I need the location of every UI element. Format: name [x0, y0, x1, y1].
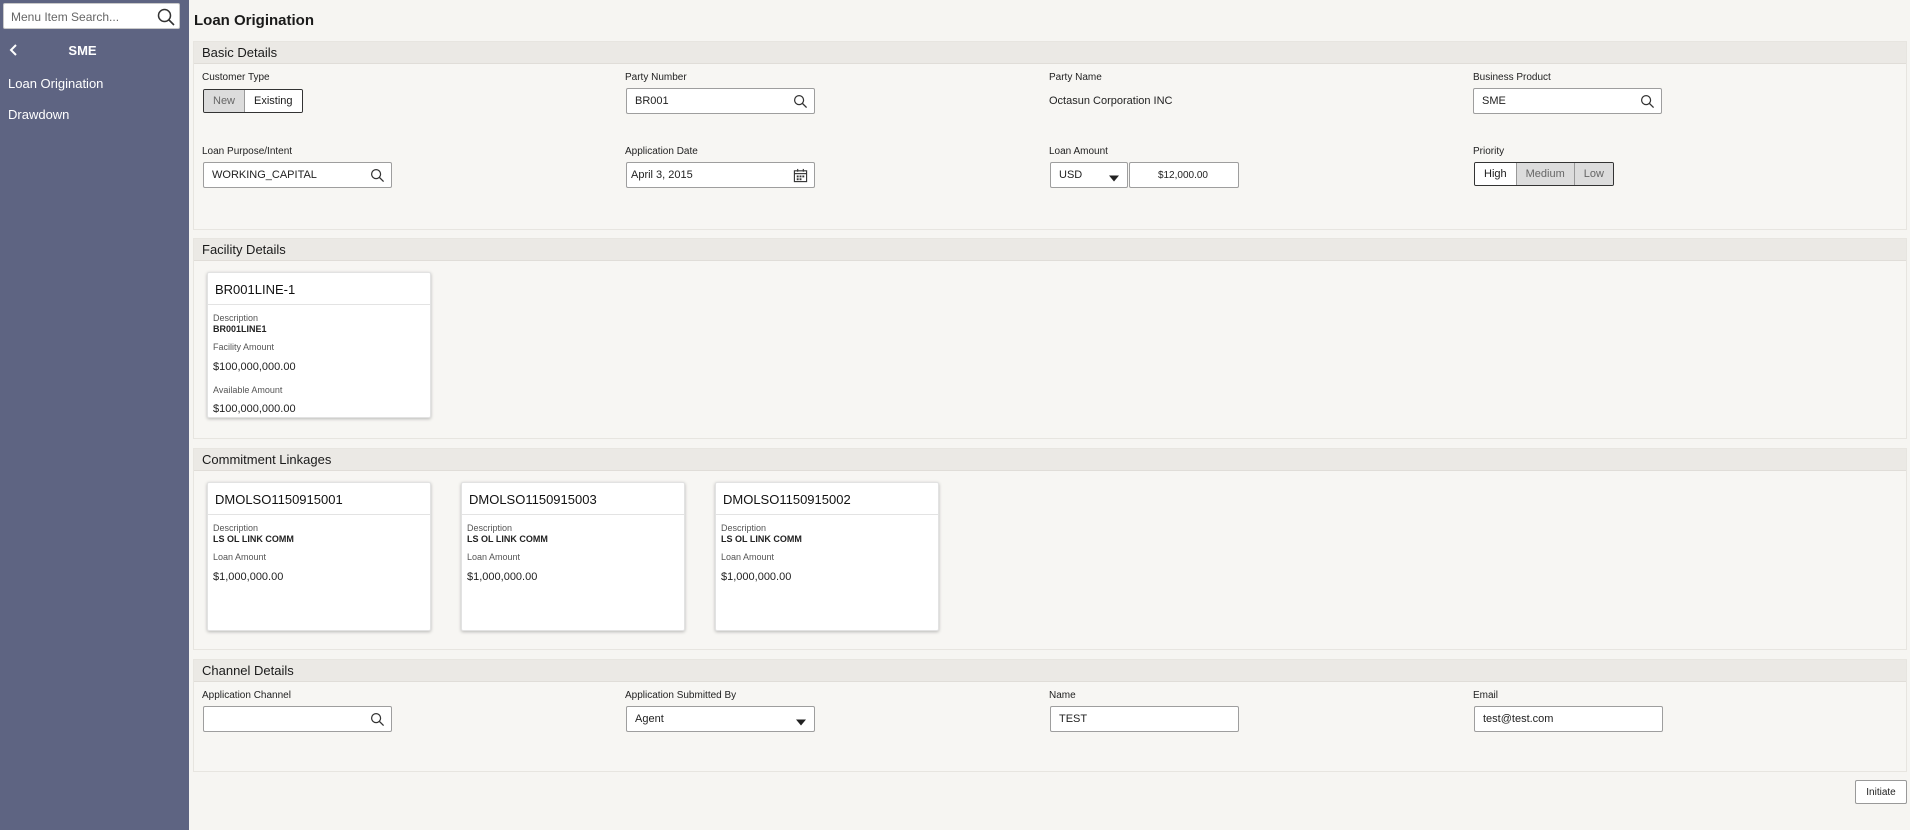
caret-down-icon[interactable]: [1109, 171, 1119, 186]
application-date-value: April 3, 2015: [631, 169, 693, 181]
loan-amount-input[interactable]: $12,000.00: [1129, 162, 1239, 188]
menu-search-input[interactable]: [11, 8, 151, 26]
business-product-label: Business Product: [1473, 72, 1551, 83]
business-product-value: SME: [1482, 95, 1506, 107]
application-date-label: Application Date: [625, 146, 698, 157]
description-label: Description: [213, 313, 259, 323]
submitted-by-label: Application Submitted By: [625, 690, 737, 701]
section-title: Commitment Linkages: [194, 449, 1906, 471]
facility-card[interactable]: BR001LINE-1 Description BR001LINE1 Facil…: [207, 272, 431, 418]
search-icon[interactable]: [370, 712, 385, 727]
application-date-input[interactable]: April 3, 2015: [626, 162, 815, 188]
section-title: Basic Details: [194, 42, 1906, 64]
channel-details-section: Channel Details Application Channel Appl…: [193, 659, 1907, 772]
search-icon[interactable]: [156, 7, 176, 27]
loan-purpose-value: WORKING_CAPITAL: [212, 169, 317, 181]
loan-currency-value: USD: [1059, 169, 1083, 181]
party-name-value: Octasun Corporation INC: [1049, 95, 1173, 107]
loan-amount-value: $1,000,000.00: [721, 571, 792, 583]
description-value: BR001LINE1: [213, 324, 267, 334]
loan-purpose-label: Loan Purpose/Intent: [202, 146, 293, 157]
loan-amount-label: Loan Amount: [467, 552, 521, 562]
available-amount-label: Available Amount: [213, 385, 283, 395]
description-label: Description: [467, 523, 513, 533]
initiate-button[interactable]: Initiate: [1855, 780, 1907, 804]
priority-toggle: High Medium Low: [1474, 162, 1614, 186]
available-amount-value: $100,000,000.00: [213, 403, 296, 415]
sidebar: SME Loan Origination Drawdown: [0, 0, 189, 830]
loan-amount-label: Loan Amount: [721, 552, 775, 562]
customer-type-toggle: New Existing: [203, 89, 303, 113]
loan-amount-value: $1,000,000.00: [467, 571, 538, 583]
menu-search-box[interactable]: [3, 3, 180, 29]
customer-type-label: Customer Type: [202, 72, 270, 83]
priority-high[interactable]: High: [1475, 163, 1517, 185]
description-label: Description: [213, 523, 259, 533]
section-title: Channel Details: [194, 660, 1906, 682]
application-channel-label: Application Channel: [202, 690, 291, 701]
loan-amount-value: $1,000,000.00: [213, 571, 284, 583]
party-number-input[interactable]: BR001: [626, 88, 815, 114]
sidebar-title: SME: [68, 43, 97, 58]
basic-details-section: Basic Details Customer Type New Existing…: [193, 41, 1907, 230]
priority-label: Priority: [1473, 146, 1505, 157]
loan-purpose-input[interactable]: WORKING_CAPITAL: [203, 162, 392, 188]
calendar-icon[interactable]: [793, 168, 808, 183]
facility-amount-label: Facility Amount: [213, 342, 275, 352]
party-number-label: Party Number: [625, 72, 687, 83]
commitment-card[interactable]: DMOLSO1150915001 Description LS OL LINK …: [207, 482, 431, 631]
business-product-input[interactable]: SME: [1473, 88, 1662, 114]
sidebar-item-drawdown[interactable]: Drawdown: [8, 107, 69, 122]
customer-type-existing[interactable]: Existing: [245, 90, 302, 112]
party-name-label: Party Name: [1049, 72, 1102, 83]
email-label: Email: [1473, 690, 1499, 701]
main-content: Loan Origination Basic Details Customer …: [189, 0, 1910, 830]
description-value: LS OL LINK COMM: [213, 534, 294, 544]
submitted-by-select[interactable]: Agent: [626, 706, 815, 732]
search-icon[interactable]: [1640, 94, 1655, 109]
customer-type-new[interactable]: New: [204, 90, 246, 112]
commitment-card[interactable]: DMOLSO1150915002 Description LS OL LINK …: [715, 482, 939, 631]
commitment-card[interactable]: DMOLSO1150915003 Description LS OL LINK …: [461, 482, 685, 631]
application-channel-input[interactable]: [203, 706, 392, 732]
commitment-card-title: DMOLSO1150915002: [716, 483, 938, 515]
page-title: Loan Origination: [194, 12, 314, 29]
loan-currency-select[interactable]: USD: [1050, 162, 1128, 188]
search-icon[interactable]: [370, 168, 385, 183]
commitment-linkages-section: Commitment Linkages DMOLSO1150915001 Des…: [193, 448, 1907, 650]
email-input[interactable]: test@test.com: [1474, 706, 1663, 732]
name-label: Name: [1049, 690, 1076, 701]
party-number-value: BR001: [635, 95, 669, 107]
facility-amount-value: $100,000,000.00: [213, 361, 296, 373]
priority-medium[interactable]: Medium: [1516, 163, 1575, 185]
search-icon[interactable]: [793, 94, 808, 109]
facility-details-section: Facility Details BR001LINE-1 Description…: [193, 238, 1907, 439]
commitment-card-title: DMOLSO1150915003: [462, 483, 684, 515]
commitment-card-title: DMOLSO1150915001: [208, 483, 430, 515]
caret-down-icon[interactable]: [796, 715, 806, 730]
sidebar-header: SME: [0, 40, 189, 60]
priority-low[interactable]: Low: [1574, 163, 1613, 185]
email-value: test@test.com: [1483, 713, 1554, 725]
loan-amount-value: $12,000.00: [1157, 170, 1208, 181]
section-title: Facility Details: [194, 239, 1906, 261]
name-value: TEST: [1059, 713, 1088, 725]
description-value: LS OL LINK COMM: [721, 534, 802, 544]
loan-amount-label: Loan Amount: [1049, 146, 1108, 157]
description-value: LS OL LINK COMM: [467, 534, 548, 544]
description-label: Description: [721, 523, 767, 533]
submitted-by-value: Agent: [635, 713, 664, 725]
loan-amount-label: Loan Amount: [213, 552, 267, 562]
facility-card-title: BR001LINE-1: [208, 273, 430, 305]
name-input[interactable]: TEST: [1050, 706, 1239, 732]
sidebar-item-loan-origination[interactable]: Loan Origination: [8, 76, 103, 91]
